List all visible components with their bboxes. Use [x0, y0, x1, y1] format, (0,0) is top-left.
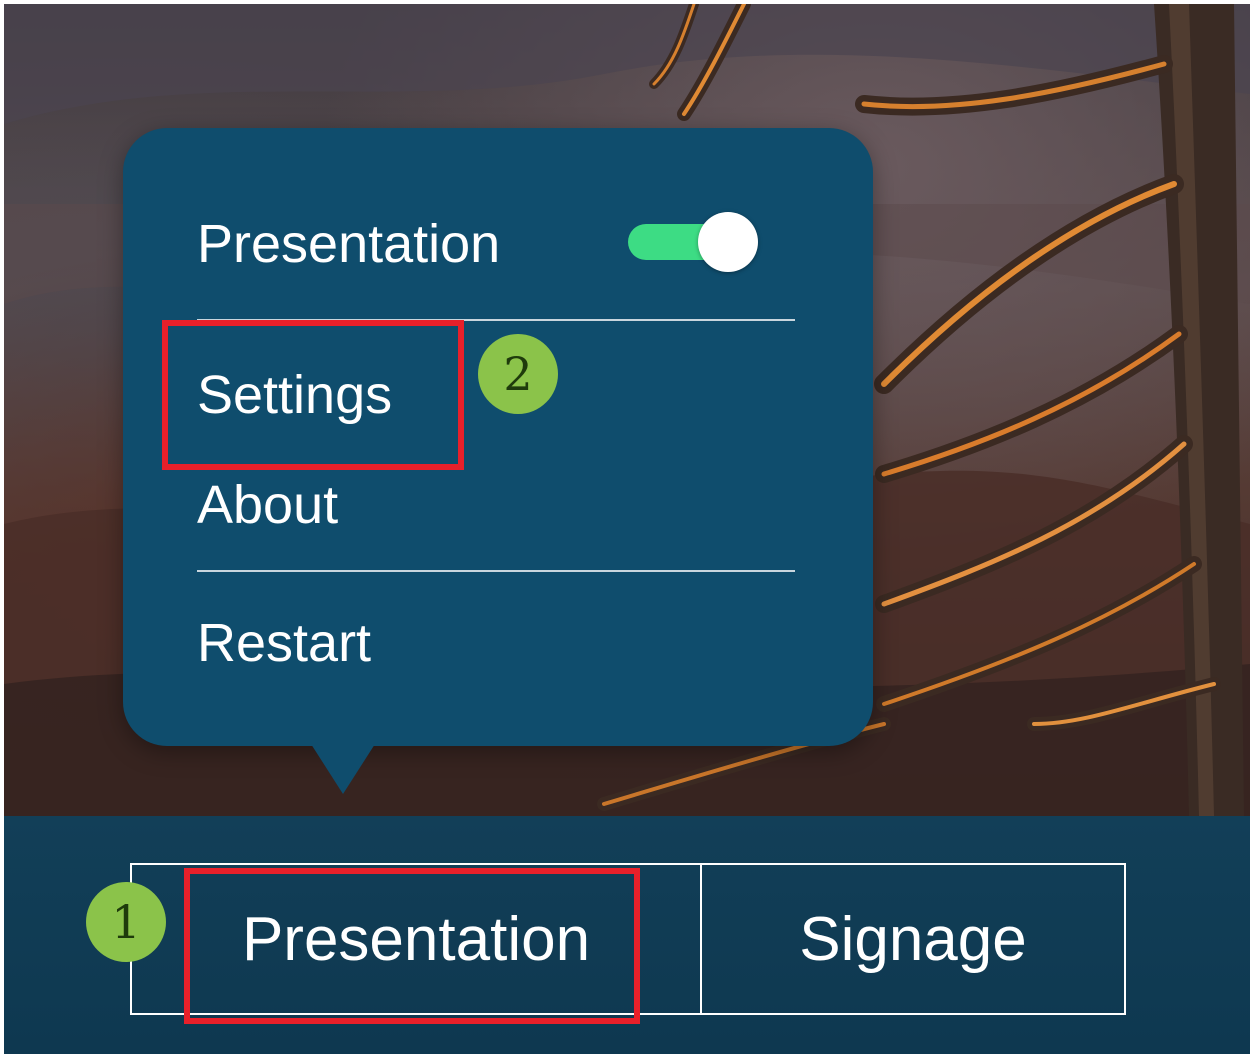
- screenshot-frame: Presentation Signage Presentation Settin…: [0, 0, 1252, 1057]
- settings-highlight-box: [162, 320, 464, 470]
- presentation-tab-highlight-box: [184, 868, 640, 1024]
- toggle-knob: [698, 212, 758, 272]
- tab-signage[interactable]: Signage: [700, 865, 1124, 1013]
- step-2-badge: 2: [478, 334, 558, 414]
- presentation-toggle-label: Presentation: [197, 214, 501, 274]
- menu-item-about[interactable]: About: [197, 478, 338, 532]
- menu-divider-bottom: [197, 570, 795, 572]
- popup-pointer: [311, 744, 375, 794]
- menu-item-restart[interactable]: Restart: [197, 616, 371, 670]
- presentation-toggle[interactable]: [628, 212, 758, 272]
- step-1-badge: 1: [86, 882, 166, 962]
